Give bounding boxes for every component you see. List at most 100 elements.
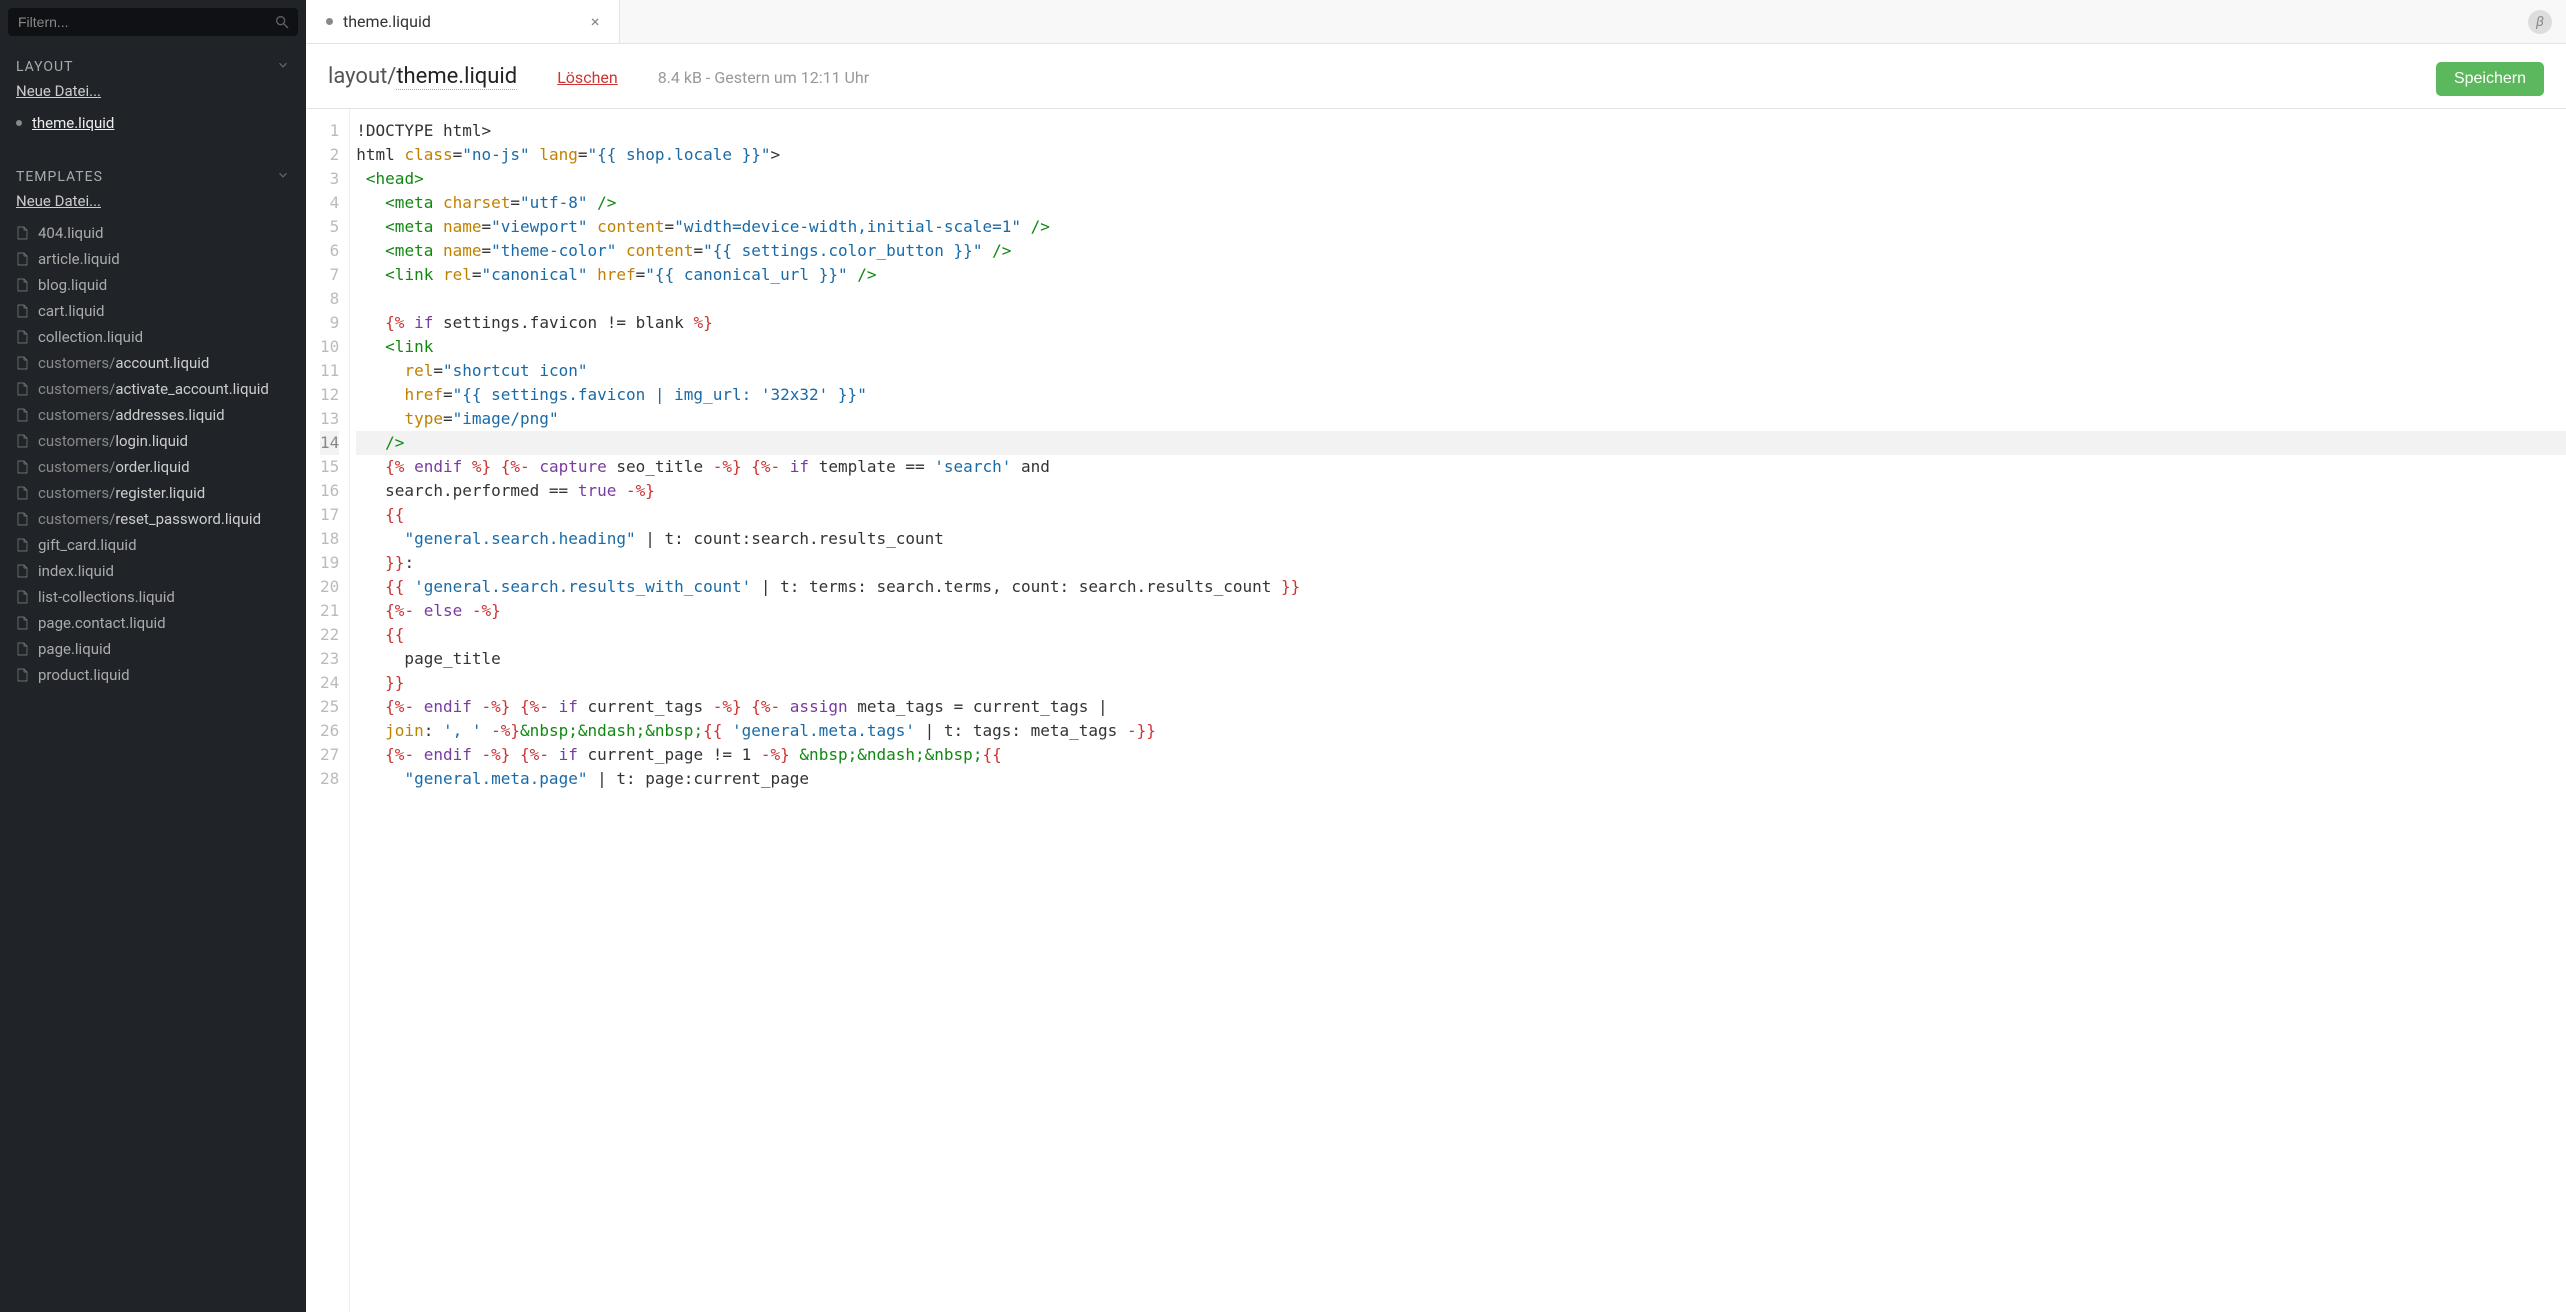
chevron-down-icon <box>276 168 290 186</box>
file-item[interactable]: gift_card.liquid <box>0 532 306 558</box>
file-item[interactable]: article.liquid <box>0 246 306 272</box>
code-line[interactable]: page_title <box>356 647 2566 671</box>
code-line[interactable]: {{ <box>356 503 2566 527</box>
section-title: TEMPLATES <box>16 169 103 185</box>
code-line[interactable]: <meta charset="utf-8" /> <box>356 191 2566 215</box>
line-number: 4 <box>320 191 339 215</box>
line-number: 5 <box>320 215 339 239</box>
file-icon <box>16 304 28 318</box>
main-area: theme.liquid × β layout/theme.liquid Lös… <box>306 0 2566 1312</box>
file-icon <box>16 538 28 552</box>
code-line[interactable]: {% if settings.favicon != blank %} <box>356 311 2566 335</box>
file-item[interactable]: cart.liquid <box>0 298 306 324</box>
code-line[interactable]: /> <box>356 431 2566 455</box>
file-item[interactable]: page.liquid <box>0 636 306 662</box>
file-label: gift_card.liquid <box>38 536 137 554</box>
line-number: 28 <box>320 767 339 791</box>
file-label: list-collections.liquid <box>38 588 175 606</box>
save-button[interactable]: Speichern <box>2436 62 2544 96</box>
line-number: 20 <box>320 575 339 599</box>
search-input[interactable] <box>18 14 268 30</box>
file-icon <box>16 434 28 448</box>
file-icon <box>16 252 28 266</box>
search-container <box>0 0 306 44</box>
code-line[interactable] <box>356 287 2566 311</box>
file-item[interactable]: collection.liquid <box>0 324 306 350</box>
file-item[interactable]: customers/activate_account.liquid <box>0 376 306 402</box>
section-header[interactable]: TEMPLATES <box>0 154 306 190</box>
code-line[interactable]: join: ', ' -%}&nbsp;&ndash;&nbsp;{{ 'gen… <box>356 719 2566 743</box>
file-item[interactable]: customers/login.liquid <box>0 428 306 454</box>
tab-bar: theme.liquid × β <box>306 0 2566 44</box>
code-line[interactable]: {{ 'general.search.results_with_count' |… <box>356 575 2566 599</box>
file-item[interactable]: customers/register.liquid <box>0 480 306 506</box>
file-label: customers/activate_account.liquid <box>38 380 269 398</box>
breadcrumb-filename[interactable]: theme.liquid <box>396 64 517 90</box>
tab-close-icon[interactable]: × <box>591 12 600 31</box>
code-line[interactable]: {{ <box>356 623 2566 647</box>
file-icon <box>16 486 28 500</box>
delete-link[interactable]: Löschen <box>557 68 618 87</box>
file-label: customers/account.liquid <box>38 354 209 372</box>
code-line[interactable]: <meta name="theme-color" content="{{ set… <box>356 239 2566 263</box>
file-item[interactable]: page.contact.liquid <box>0 610 306 636</box>
file-icon <box>16 564 28 578</box>
line-number: 24 <box>320 671 339 695</box>
code-content[interactable]: !DOCTYPE html>html class="no-js" lang="{… <box>350 109 2566 1312</box>
code-line[interactable]: <meta name="viewport" content="width=dev… <box>356 215 2566 239</box>
code-line[interactable]: search.performed == true -%} <box>356 479 2566 503</box>
code-line[interactable]: {%- else -%} <box>356 599 2566 623</box>
chevron-down-icon <box>276 58 290 76</box>
file-item[interactable]: customers/order.liquid <box>0 454 306 480</box>
file-item[interactable]: list-collections.liquid <box>0 584 306 610</box>
tab-active[interactable]: theme.liquid × <box>306 0 620 43</box>
line-number: 2 <box>320 143 339 167</box>
file-item[interactable]: product.liquid <box>0 662 306 688</box>
code-line[interactable]: rel="shortcut icon" <box>356 359 2566 383</box>
code-line[interactable]: href="{{ settings.favicon | img_url: '32… <box>356 383 2566 407</box>
code-line[interactable]: }}: <box>356 551 2566 575</box>
file-item[interactable]: customers/addresses.liquid <box>0 402 306 428</box>
code-line[interactable]: html class="no-js" lang="{{ shop.locale … <box>356 143 2566 167</box>
file-header: layout/theme.liquid Löschen 8.4 kB - Ges… <box>306 44 2566 109</box>
code-line[interactable]: }} <box>356 671 2566 695</box>
search-box[interactable] <box>8 8 298 36</box>
code-line[interactable]: "general.search.heading" | t: count:sear… <box>356 527 2566 551</box>
line-number: 19 <box>320 551 339 575</box>
code-line[interactable]: !DOCTYPE html> <box>356 119 2566 143</box>
file-item[interactable]: 404.liquid <box>0 220 306 246</box>
file-item[interactable]: customers/account.liquid <box>0 350 306 376</box>
line-number: 23 <box>320 647 339 671</box>
line-number: 3 <box>320 167 339 191</box>
section-header[interactable]: LAYOUT <box>0 44 306 80</box>
line-number: 1 <box>320 119 339 143</box>
file-label: customers/register.liquid <box>38 484 205 502</box>
tab-label: theme.liquid <box>343 12 431 31</box>
file-item[interactable]: blog.liquid <box>0 272 306 298</box>
code-line[interactable]: "general.meta.page" | t: page:current_pa… <box>356 767 2566 791</box>
code-editor[interactable]: 1234567891011121314151617181920212223242… <box>306 109 2566 1312</box>
line-number: 11 <box>320 359 339 383</box>
file-label: cart.liquid <box>38 302 105 320</box>
new-file-link[interactable]: Neue Datei... <box>0 190 306 220</box>
code-line[interactable]: type="image/png" <box>356 407 2566 431</box>
file-item[interactable]: customers/reset_password.liquid <box>0 506 306 532</box>
file-label: blog.liquid <box>38 276 107 294</box>
file-item[interactable]: theme.liquid <box>0 110 306 136</box>
file-label: customers/order.liquid <box>38 458 190 476</box>
code-line[interactable]: <link rel="canonical" href="{{ canonical… <box>356 263 2566 287</box>
file-item[interactable]: index.liquid <box>0 558 306 584</box>
file-label: index.liquid <box>38 562 114 580</box>
code-line[interactable]: {% endif %} {%- capture seo_title -%} {%… <box>356 455 2566 479</box>
file-meta: 8.4 kB - Gestern um 12:11 Uhr <box>658 68 869 87</box>
file-label: 404.liquid <box>38 224 103 242</box>
file-icon <box>16 356 28 370</box>
code-line[interactable]: {%- endif -%} {%- if current_tags -%} {%… <box>356 695 2566 719</box>
code-line[interactable]: <head> <box>356 167 2566 191</box>
new-file-link[interactable]: Neue Datei... <box>0 80 306 110</box>
file-label: collection.liquid <box>38 328 143 346</box>
file-label: customers/addresses.liquid <box>38 406 225 424</box>
breadcrumb-prefix: layout/ <box>328 64 396 89</box>
code-line[interactable]: <link <box>356 335 2566 359</box>
code-line[interactable]: {%- endif -%} {%- if current_page != 1 -… <box>356 743 2566 767</box>
